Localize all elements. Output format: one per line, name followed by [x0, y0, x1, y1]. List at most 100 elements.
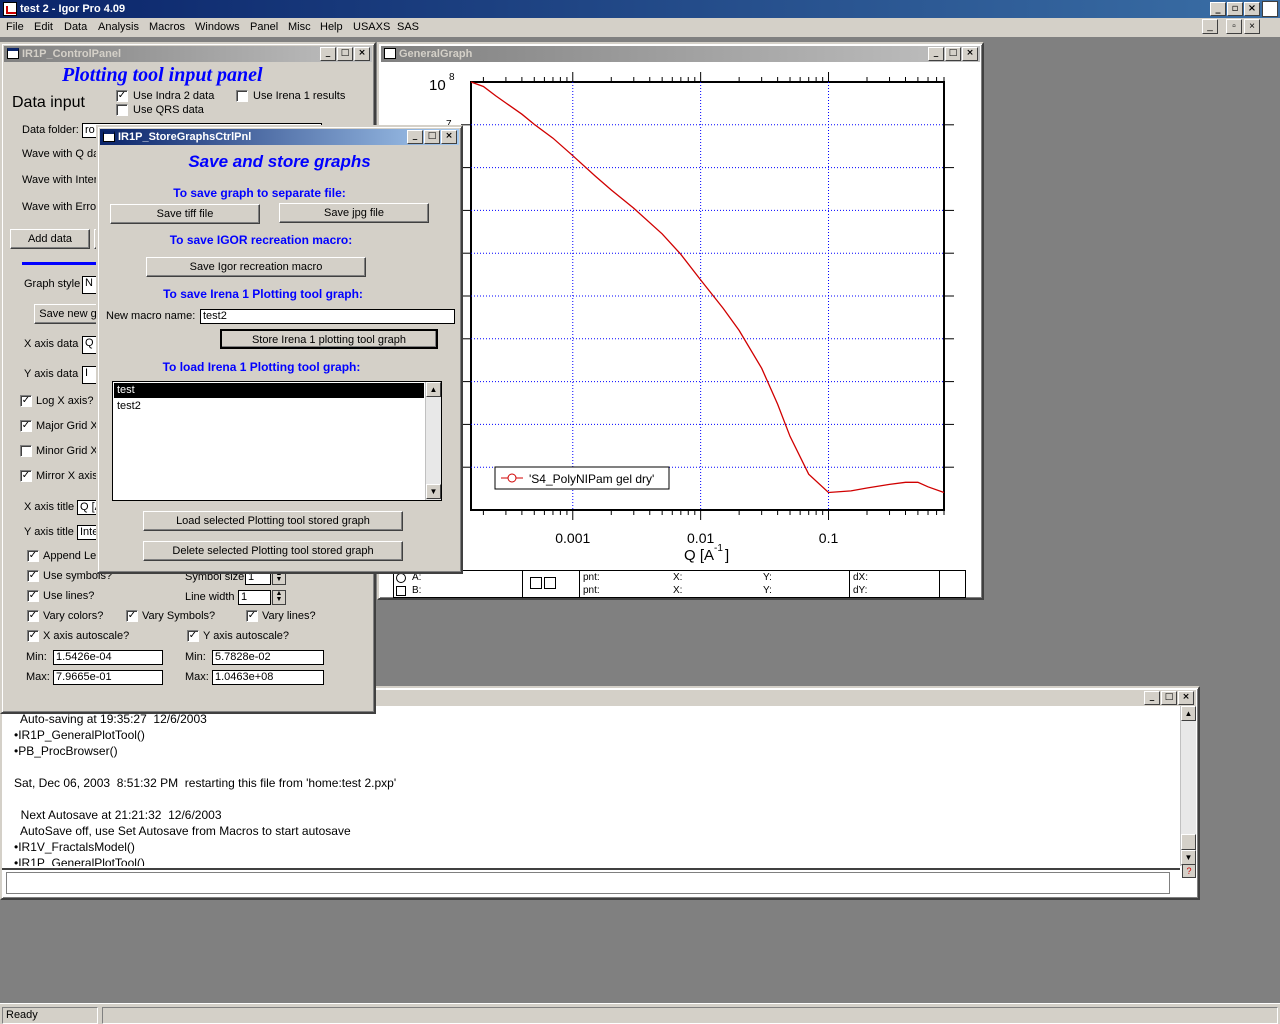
menu-misc[interactable]: Misc	[288, 21, 311, 33]
x-a-label: X:	[673, 572, 683, 583]
add-data-button[interactable]: Add data	[10, 229, 90, 249]
command-close-button[interactable]: ×	[1178, 691, 1194, 705]
save-new-style-button[interactable]: Save new g	[34, 304, 102, 324]
command-scrollbar[interactable]: ▲ ▼	[1180, 706, 1196, 866]
control-close-button[interactable]: ×	[354, 47, 370, 61]
mdi-close-button[interactable]: ×	[1244, 19, 1260, 34]
x-min-input[interactable]: 1.5426e-04	[53, 650, 163, 665]
control-minimize-button[interactable]: _	[320, 47, 336, 61]
irena-load-heading: To load Irena 1 Plotting tool graph:	[162, 360, 361, 374]
menu-edit[interactable]: Edit	[34, 21, 53, 33]
y-min-input[interactable]: 5.7828e-02	[212, 650, 324, 665]
control-maximize-button[interactable]: □	[337, 47, 353, 61]
menu-macros[interactable]: Macros	[149, 21, 185, 33]
cursor-a-circle-icon[interactable]	[396, 573, 406, 583]
scroll-down-arrow-icon[interactable]: ▼	[1181, 850, 1196, 865]
log-x-checkbox[interactable]: ✓	[20, 395, 32, 407]
use-symbols-checkbox[interactable]: ✓	[27, 570, 39, 582]
store-minimize-button[interactable]: _	[407, 130, 423, 144]
x-max-input[interactable]: 7.9665e-01	[53, 670, 163, 685]
append-legend-checkbox[interactable]: ✓	[27, 550, 39, 562]
scroll-up-arrow-icon[interactable]: ▲	[426, 382, 441, 397]
x-tick-label: 0.1	[819, 530, 839, 546]
store-close-button[interactable]: ×	[441, 130, 457, 144]
line-width-input[interactable]: 1	[238, 590, 271, 605]
load-stored-graph-button[interactable]: Load selected Plotting tool stored graph	[143, 511, 403, 531]
mdi-restore-button[interactable]: ▫	[1226, 19, 1242, 34]
major-grid-x-checkbox[interactable]: ✓	[20, 420, 32, 432]
menu-windows[interactable]: Windows	[195, 21, 240, 33]
menu-data[interactable]: Data	[64, 21, 87, 33]
x-min-label: Min:	[26, 651, 47, 663]
mdi-minimize-button[interactable]: _	[1202, 19, 1218, 34]
use-irena1-checkbox[interactable]	[236, 90, 248, 102]
y-max-label: Max:	[185, 671, 209, 683]
y-max-input[interactable]: 1.0463e+08	[212, 670, 324, 685]
mirror-x-checkbox[interactable]: ✓	[20, 470, 32, 482]
delete-stored-graph-button[interactable]: Delete selected Plotting tool stored gra…	[143, 541, 403, 561]
use-indra2-label: Use Indra 2 data	[133, 90, 215, 102]
scroll-down-arrow-icon[interactable]: ▼	[426, 484, 441, 499]
graph-maximize-button[interactable]: □	[945, 47, 961, 61]
store-maximize-button[interactable]: □	[424, 130, 440, 144]
use-indra2-checkbox[interactable]: ✓	[116, 90, 128, 102]
store-graphs-titlebar[interactable]: IR1P_StoreGraphsCtrlPnl _ □ ×	[100, 129, 459, 145]
x-autoscale-label: X axis autoscale?	[43, 630, 130, 642]
command-minimize-button[interactable]: _	[1144, 691, 1160, 705]
cursor-b-square-icon[interactable]	[396, 586, 406, 596]
store-graphs-buttons: _ □ ×	[406, 130, 457, 144]
status-panel	[102, 1007, 1278, 1024]
menu-usaxs[interactable]: USAXS	[353, 21, 390, 33]
app-close-button[interactable]: ×	[1244, 2, 1260, 16]
app-restore-button[interactable]: ▫	[1227, 2, 1243, 16]
menu-file[interactable]: File	[6, 21, 24, 33]
log-log-chart[interactable]: 0.0010.010.11087Q [A-1]'S4_PolyNIPam gel…	[381, 62, 980, 568]
wave-intensity-label: Wave with Inter	[22, 174, 98, 186]
app-minimize-button[interactable]: _	[1210, 2, 1226, 16]
separate-file-heading: To save graph to separate file:	[173, 186, 346, 200]
menu-sas[interactable]: SAS	[397, 21, 419, 33]
line-width-stepper[interactable]: ▲ ▼	[272, 590, 286, 605]
y-axis-data-label: Y axis data	[24, 368, 79, 380]
store-irena-graph-button[interactable]: Store Irena 1 plotting tool graph	[220, 329, 438, 349]
minor-grid-x-checkbox[interactable]	[20, 445, 32, 457]
control-panel-titlebar[interactable]: IR1P_ControlPanel _ □ ×	[4, 46, 372, 62]
menu-panel[interactable]: Panel	[250, 21, 278, 33]
menu-help[interactable]: Help	[320, 21, 343, 33]
list-scrollbar[interactable]: ▲ ▼	[425, 382, 441, 500]
expand-right-icon[interactable]	[544, 577, 556, 589]
scroll-thumb[interactable]	[1181, 834, 1196, 850]
save-jpg-button[interactable]: Save jpg file	[279, 203, 429, 223]
graph-window-titlebar[interactable]: GeneralGraph _ □ ×	[381, 46, 980, 62]
list-item[interactable]: test2	[114, 399, 424, 414]
x-autoscale-checkbox[interactable]: ✓	[27, 630, 39, 642]
save-igor-macro-button[interactable]: Save Igor recreation macro	[146, 257, 366, 277]
command-maximize-button[interactable]: □	[1161, 691, 1177, 705]
y-tick-label-exponent: 8	[449, 72, 455, 83]
stored-graph-list[interactable]: test test2 ▲ ▼	[112, 381, 442, 501]
x-max-label: Max:	[26, 671, 50, 683]
vary-symbols-checkbox[interactable]: ✓	[126, 610, 138, 622]
use-qrs-checkbox[interactable]	[116, 104, 128, 116]
x-tick-label: 0.01	[687, 530, 714, 546]
help-icon[interactable]: ?	[1182, 864, 1196, 878]
command-input[interactable]	[6, 872, 1170, 894]
save-tiff-button[interactable]: Save tiff file	[110, 204, 260, 224]
menu-analysis[interactable]: Analysis	[98, 21, 139, 33]
divider	[939, 571, 940, 597]
igor-app-icon[interactable]	[3, 2, 17, 16]
command-history[interactable]: Auto-saving at 19:35:27 12/6/2003 •IR1P_…	[2, 706, 1180, 866]
graph-minimize-button[interactable]: _	[928, 47, 944, 61]
y-autoscale-checkbox[interactable]: ✓	[187, 630, 199, 642]
graph-window: GeneralGraph _□× 0.0010.010.11087Q [A-1]…	[377, 42, 984, 600]
scroll-up-arrow-icon[interactable]: ▲	[1181, 706, 1196, 721]
vary-colors-checkbox[interactable]: ✓	[27, 610, 39, 622]
vary-lines-checkbox[interactable]: ✓	[246, 610, 258, 622]
pnt-b-label: pnt:	[583, 585, 600, 596]
graph-close-button[interactable]: ×	[962, 47, 978, 61]
expand-left-icon[interactable]	[530, 577, 542, 589]
use-lines-checkbox[interactable]: ✓	[27, 590, 39, 602]
new-macro-input[interactable]: test2	[200, 309, 455, 324]
list-item[interactable]: test	[114, 383, 424, 398]
control-panel-buttons: _ □ ×	[319, 47, 370, 61]
